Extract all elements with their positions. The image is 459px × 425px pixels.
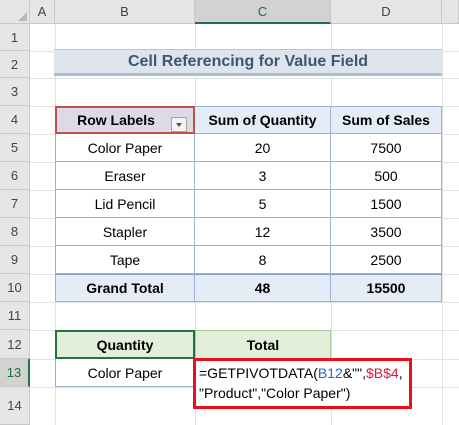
pivot-quantity-cell[interactable]: 12 <box>195 218 331 246</box>
quantity-header-cell[interactable]: Quantity <box>55 330 195 359</box>
row-header-4[interactable]: 4 <box>0 106 30 134</box>
formula-text: =GETPIVOTDATA( <box>199 365 318 381</box>
row-header-6[interactable]: 6 <box>0 162 30 190</box>
getpivotdata-formula-cell[interactable]: =GETPIVOTDATA(B12&"",$B$4, "Product","Co… <box>193 358 412 409</box>
pivot-sales-cell[interactable]: 500 <box>331 162 442 190</box>
column-header-e-partial[interactable] <box>442 0 459 24</box>
row-header-1[interactable]: 1 <box>0 24 30 51</box>
pivot-quantity-cell[interactable]: 3 <box>195 162 331 190</box>
formula-ref-b4: $B$4 <box>365 365 399 381</box>
pivot-row-label[interactable]: Lid Pencil <box>55 190 195 218</box>
lookup-product-cell[interactable]: Color Paper <box>55 359 195 387</box>
formula-line-2: "Product","Color Paper") <box>199 385 351 401</box>
pivot-grand-total-sales[interactable]: 15500 <box>331 274 442 302</box>
formula-text: &"", <box>342 365 366 381</box>
formula-text: , <box>398 365 403 381</box>
row-header-3[interactable]: 3 <box>0 78 30 106</box>
row-header-9[interactable]: 9 <box>0 246 30 274</box>
pivot-sales-cell[interactable]: 2500 <box>331 246 442 274</box>
column-header-a[interactable]: A <box>30 0 55 24</box>
pivot-row-label[interactable]: Eraser <box>55 162 195 190</box>
row-header-7[interactable]: 7 <box>0 190 30 218</box>
row-header-5[interactable]: 5 <box>0 134 30 162</box>
pivot-row-label[interactable]: Stapler <box>55 218 195 246</box>
pivot-quantity-cell[interactable]: 8 <box>195 246 331 274</box>
pivot-sales-cell[interactable]: 1500 <box>331 190 442 218</box>
column-header-c[interactable]: C <box>195 0 331 24</box>
sheet-title: Cell Referencing for Value Field <box>54 49 442 76</box>
pivot-grand-total-quantity[interactable]: 48 <box>195 274 331 302</box>
pivot-quantity-cell[interactable]: 5 <box>195 190 331 218</box>
column-header-d[interactable]: D <box>331 0 442 24</box>
row-header-11[interactable]: 11 <box>0 302 30 330</box>
pivot-row-labels-header[interactable]: Row Labels <box>55 106 195 134</box>
total-header-cell[interactable]: Total <box>195 330 331 359</box>
pivot-grand-total-label[interactable]: Grand Total <box>55 274 195 302</box>
formula-ref-b12: B12 <box>317 365 343 381</box>
gridline <box>30 78 459 79</box>
row-header-2[interactable]: 2 <box>0 51 30 78</box>
row-header-13[interactable]: 13 <box>0 359 30 387</box>
pivot-quantity-cell[interactable]: 20 <box>195 134 331 162</box>
pivot-header-sum-sales[interactable]: Sum of Sales <box>331 106 442 134</box>
pivot-sales-cell[interactable]: 7500 <box>331 134 442 162</box>
row-header-12[interactable]: 12 <box>0 330 30 359</box>
filter-dropdown-icon[interactable] <box>171 117 187 132</box>
pivot-row-label[interactable]: Tape <box>55 246 195 274</box>
gridline <box>30 302 459 303</box>
row-header-8[interactable]: 8 <box>0 218 30 246</box>
formula-line-1: =GETPIVOTDATA(B12&"",$B$4, <box>199 363 406 383</box>
pivot-row-label[interactable]: Color Paper <box>55 134 195 162</box>
pivot-header-sum-quantity[interactable]: Sum of Quantity <box>195 106 331 134</box>
pivot-sales-cell[interactable]: 3500 <box>331 218 442 246</box>
row-header-10[interactable]: 10 <box>0 274 30 302</box>
row-header-14[interactable]: 14 <box>0 387 30 425</box>
gridline <box>442 24 443 425</box>
spreadsheet-grid[interactable]: A B C D 1 2 3 4 5 6 7 8 9 10 11 12 13 14… <box>0 0 459 425</box>
column-header-b[interactable]: B <box>55 0 195 24</box>
select-all-corner[interactable] <box>0 0 30 24</box>
row-labels-text: Row Labels <box>77 112 155 128</box>
